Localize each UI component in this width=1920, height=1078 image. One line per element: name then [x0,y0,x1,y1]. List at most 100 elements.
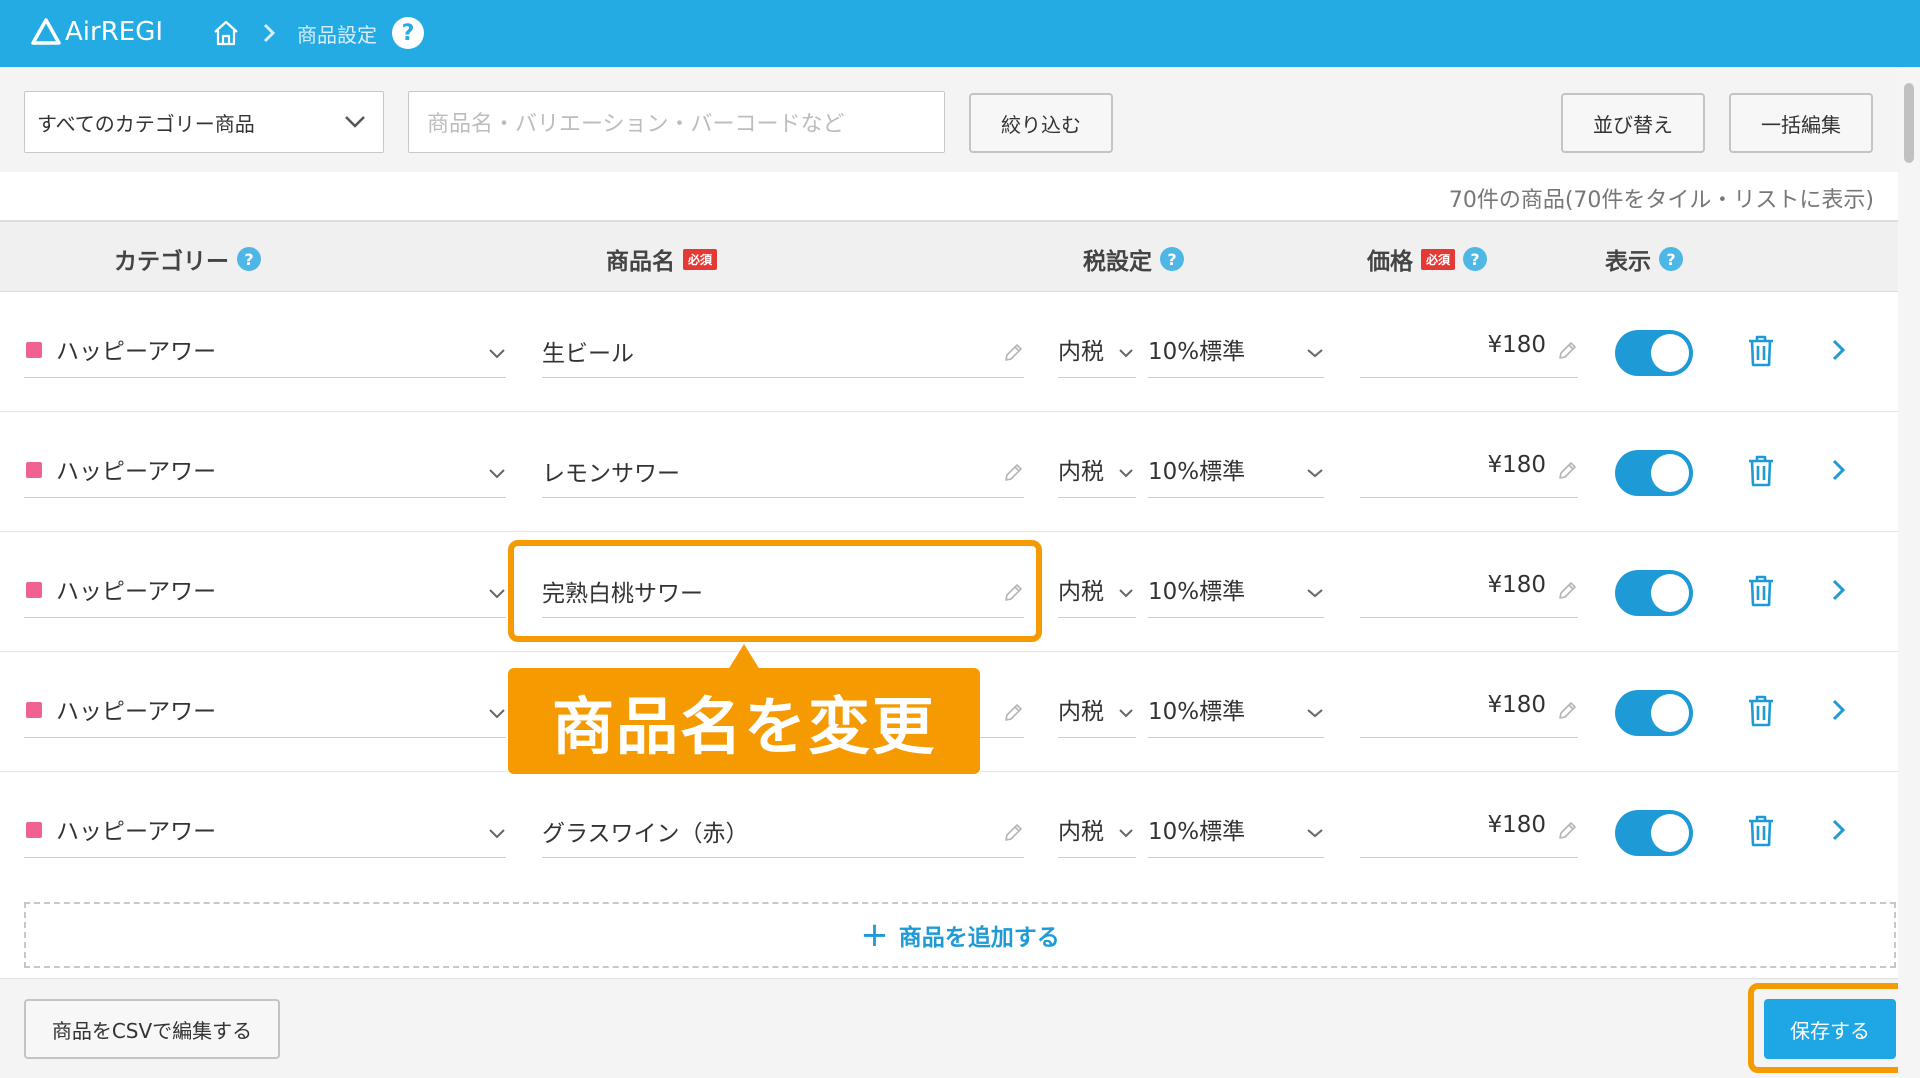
help-icon[interactable]: ? [1463,247,1488,271]
chevron-right-icon[interactable] [1831,338,1847,362]
tax-type-dropdown[interactable]: 内税 [1058,452,1136,498]
header-tax: 税設定 ? [1083,242,1184,276]
tax-rate-dropdown[interactable]: 10%標準 [1148,332,1324,378]
pencil-icon[interactable] [1556,580,1578,602]
tax-rate-value: 10%標準 [1148,819,1246,845]
breadcrumb-current: 商品設定 [297,23,377,47]
trash-icon[interactable] [1746,334,1776,368]
pencil-icon[interactable] [1556,460,1578,482]
chevron-right-icon[interactable] [1831,698,1847,722]
search-input[interactable]: 商品名・バリエーション・バーコードなど [408,91,945,153]
price-field[interactable]: ¥180 [1360,572,1578,618]
tax-rate-dropdown[interactable]: 10%標準 [1148,812,1324,858]
pencil-icon[interactable] [1002,702,1024,724]
table-row: ハッピーアワー グラスワイン（赤） 内税 10%標準 ¥180 [0,772,1898,892]
price-field[interactable]: ¥180 [1360,692,1578,738]
category-value: ハッピーアワー [56,819,217,845]
header-tax-label: 税設定 [1083,249,1152,275]
tax-rate-dropdown[interactable]: 10%標準 [1148,572,1324,618]
sort-button[interactable]: 並び替え [1561,93,1705,153]
home-icon[interactable] [212,19,240,47]
chevron-down-icon [489,709,505,719]
chevron-right-icon[interactable] [1831,818,1847,842]
pencil-icon[interactable] [1556,700,1578,722]
product-name-field[interactable]: レモンサワー [542,452,1024,498]
tax-rate-value: 10%標準 [1148,699,1246,725]
chevron-down-icon [1307,469,1323,478]
chevron-down-icon [489,589,505,599]
category-value: ハッピーアワー [56,579,217,605]
category-value: ハッピーアワー [56,459,217,485]
product-name-field[interactable]: グラスワイン（赤） [542,812,1024,858]
pencil-icon[interactable] [1002,342,1024,364]
airregi-logo[interactable]: AirREGI [30,16,163,48]
category-dropdown[interactable]: ハッピーアワー [24,812,506,858]
tax-rate-value: 10%標準 [1148,459,1246,485]
help-icon[interactable]: ? [1659,247,1683,271]
chevron-down-icon [489,349,505,359]
header-show-label: 表示 [1605,249,1651,275]
product-name-field[interactable]: 生ビール [542,332,1024,378]
pencil-icon[interactable] [1002,822,1024,844]
price-field[interactable]: ¥180 [1360,812,1578,858]
chevron-down-icon [1119,589,1133,598]
visibility-toggle[interactable] [1615,810,1693,856]
tax-type-dropdown[interactable]: 内税 [1058,572,1136,618]
logo-text: AirREGI [65,17,164,47]
tax-type-dropdown[interactable]: 内税 [1058,812,1136,858]
chevron-down-icon [1119,709,1133,718]
pencil-icon[interactable] [1556,820,1578,842]
category-select[interactable]: すべてのカテゴリー商品 [24,91,384,153]
category-dropdown[interactable]: ハッピーアワー [24,452,506,498]
tax-rate-dropdown[interactable]: 10%標準 [1148,452,1324,498]
visibility-toggle[interactable] [1615,330,1693,376]
toggle-knob [1651,814,1689,852]
help-icon[interactable]: ? [237,247,261,271]
chevron-down-icon [489,469,505,479]
help-icon[interactable]: ? [392,17,424,49]
trash-icon[interactable] [1746,574,1776,608]
header-price: 価格 必須 ? [1367,242,1488,276]
category-color-swatch [26,462,42,478]
visibility-toggle[interactable] [1615,450,1693,496]
category-dropdown[interactable]: ハッピーアワー [24,692,506,738]
visibility-toggle[interactable] [1615,570,1693,616]
bulk-edit-button[interactable]: 一括編集 [1729,93,1873,153]
price-field[interactable]: ¥180 [1360,332,1578,378]
trash-icon[interactable] [1746,454,1776,488]
table-header: カテゴリー ? 商品名 必須 税設定 ? 価格 必須 ? 表示 ? [0,220,1898,292]
chevron-right-icon[interactable] [1831,578,1847,602]
footer-bar: 商品をCSVで編集する 保存する [0,978,1914,1078]
table-row: ハッピーアワー レモンサワー 内税 10%標準 ¥180 [0,412,1898,532]
help-icon[interactable]: ? [1160,247,1184,271]
toggle-knob [1651,694,1689,732]
tax-type-dropdown[interactable]: 内税 [1058,692,1136,738]
pencil-icon[interactable] [1002,462,1024,484]
tax-type-value: 内税 [1058,699,1104,725]
tax-type-dropdown[interactable]: 内税 [1058,332,1136,378]
header-name: 商品名 必須 [606,242,718,276]
pencil-icon[interactable] [1556,340,1578,362]
filter-button[interactable]: 絞り込む [969,93,1113,153]
scrollbar-thumb[interactable] [1904,83,1914,163]
header-category: カテゴリー ? [114,242,261,276]
price-value: ¥180 [1487,572,1546,598]
chevron-down-icon [489,829,505,839]
add-product-button[interactable]: + 商品を追加する [24,902,1896,968]
scrollbar[interactable] [1898,67,1920,1078]
trash-icon[interactable] [1746,814,1776,848]
chevron-right-icon[interactable] [1831,458,1847,482]
visibility-toggle[interactable] [1615,690,1693,736]
tax-type-value: 内税 [1058,819,1104,845]
save-button[interactable]: 保存する [1764,999,1896,1059]
category-dropdown[interactable]: ハッピーアワー [24,332,506,378]
category-dropdown[interactable]: ハッピーアワー [24,572,506,618]
price-field[interactable]: ¥180 [1360,452,1578,498]
tax-rate-dropdown[interactable]: 10%標準 [1148,692,1324,738]
chevron-down-icon [1307,829,1323,838]
csv-edit-button[interactable]: 商品をCSVで編集する [24,999,280,1059]
name-highlight-box [508,540,1042,642]
category-color-swatch [26,342,42,358]
product-name-value: 生ビール [542,341,634,367]
trash-icon[interactable] [1746,694,1776,728]
